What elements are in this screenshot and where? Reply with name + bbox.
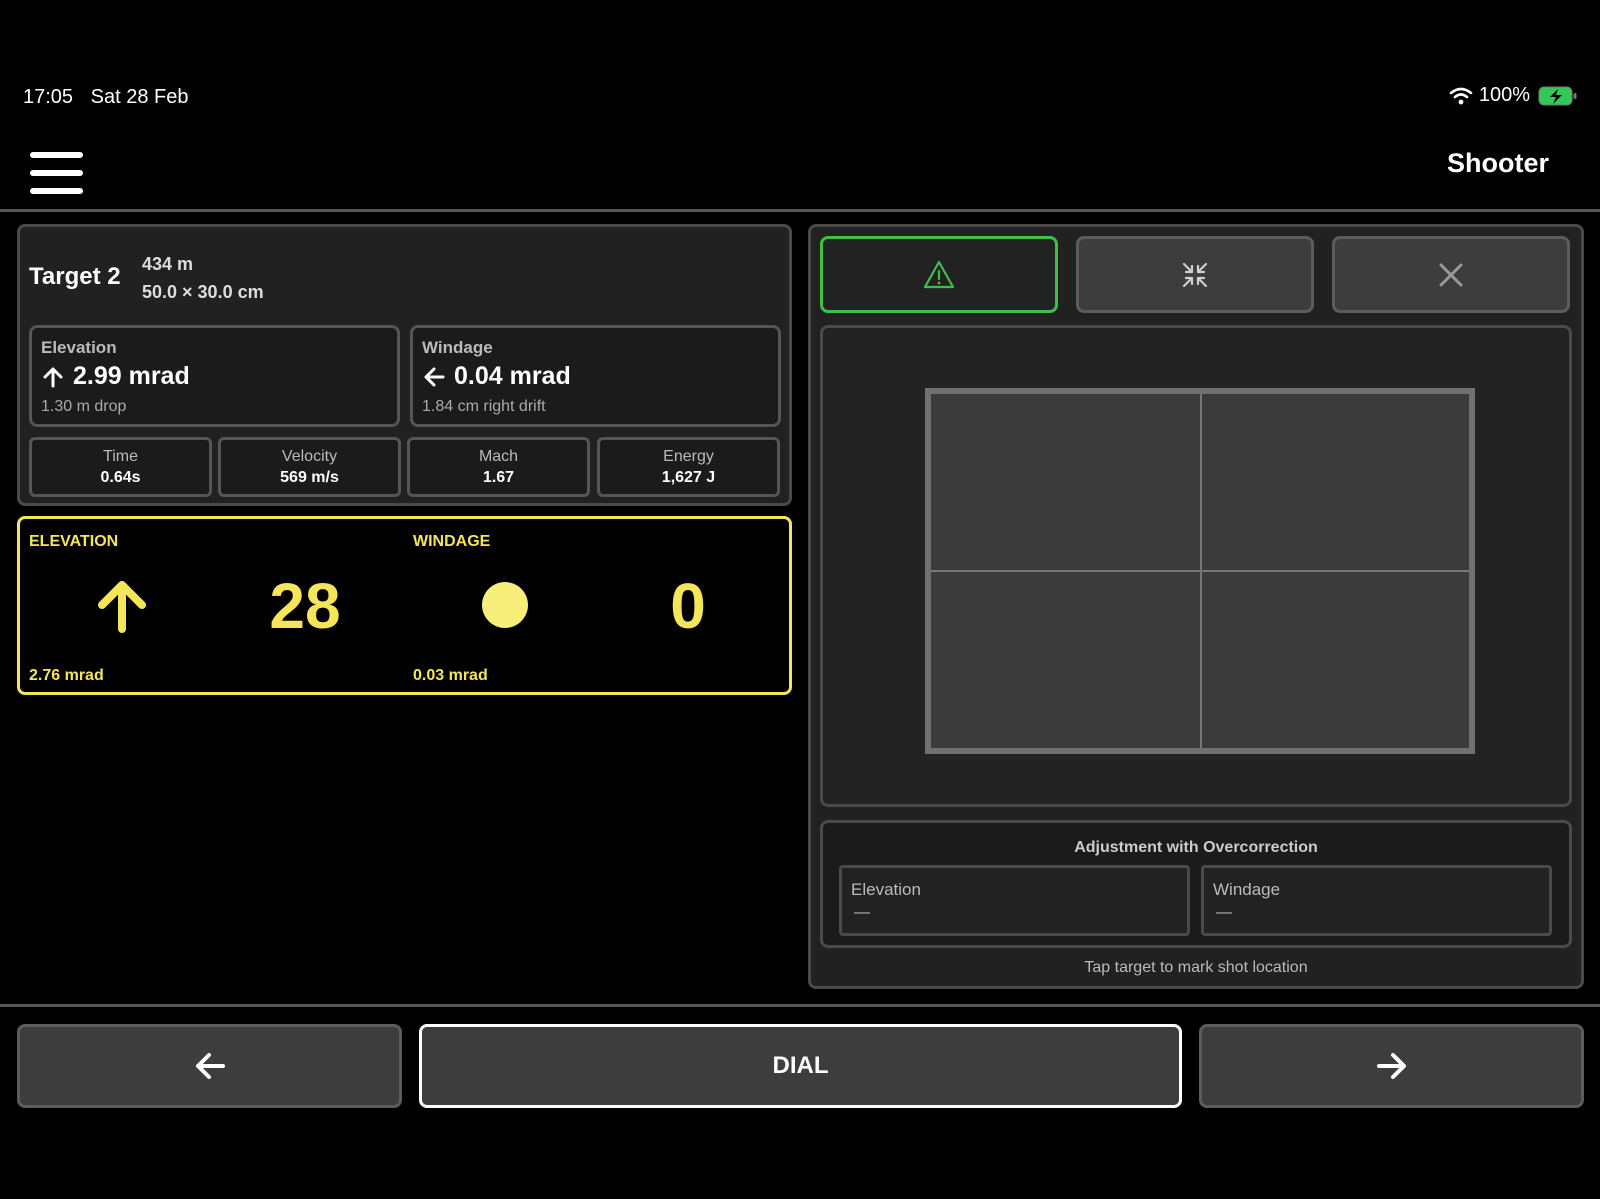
elevation-card: Elevation 2.99 mrad 1.30 m drop xyxy=(29,325,400,427)
stat-label: Mach xyxy=(478,448,519,465)
stat-value: 1.67 xyxy=(482,469,515,486)
dial-button[interactable]: DIAL xyxy=(419,1024,1182,1108)
warning-button[interactable] xyxy=(820,236,1058,313)
dial-windage-mrad: 0.03 mrad xyxy=(413,667,488,684)
overcorrection-elevation: Elevation — xyxy=(839,865,1190,936)
target-info-panel: Target 2 434 m 50.0 × 30.0 cm Elevation … xyxy=(17,224,792,506)
page-title: Shooter xyxy=(1446,148,1549,178)
target-face[interactable] xyxy=(925,388,1475,754)
shot-marking-panel: Adjustment with Overcorrection Elevation… xyxy=(808,224,1584,989)
windage-card-sub: 1.84 cm right drift xyxy=(422,398,546,415)
status-time: 17:05 xyxy=(23,86,74,108)
dial-elevation-mrad: 2.76 mrad xyxy=(29,667,104,684)
target-size: 50.0 × 30.0 cm xyxy=(142,282,264,302)
battery-charging-icon xyxy=(1538,86,1577,105)
arrow-left-icon xyxy=(195,1053,225,1079)
dial-windage-clicks: 0 xyxy=(670,570,706,642)
stat-label: Time xyxy=(103,448,138,465)
elevation-card-sub: 1.30 m drop xyxy=(41,398,127,415)
arrow-left-icon xyxy=(424,367,445,386)
stat-value: 0.64s xyxy=(100,469,141,486)
warning-icon xyxy=(923,260,955,288)
overcorrection-title: Adjustment with Overcorrection xyxy=(1074,839,1318,856)
stat-velocity: Velocity 569 m/s xyxy=(218,437,401,497)
status-datetime: 17:05 Sat 28 Feb xyxy=(23,86,200,109)
target-area xyxy=(820,325,1572,807)
overcorrection-windage-label: Windage xyxy=(1213,880,1281,899)
close-icon xyxy=(1439,263,1463,286)
stat-label: Velocity xyxy=(281,448,338,465)
elevation-card-label: Elevation xyxy=(41,338,117,357)
overcorrection-box: Adjustment with Overcorrection Elevation… xyxy=(820,820,1572,948)
overcorrection-elevation-label: Elevation xyxy=(851,880,921,899)
header-divider xyxy=(0,209,1600,212)
overcorrection-windage: Windage — xyxy=(1201,865,1552,936)
arrow-right-icon xyxy=(1376,1053,1406,1079)
stat-mach: Mach 1.67 xyxy=(407,437,590,497)
app-header: Shooter xyxy=(0,130,1600,210)
overcorrection-windage-value: — xyxy=(1216,904,1232,921)
collapse-icon xyxy=(1182,262,1208,287)
elevation-card-value-row: 2.99 mrad xyxy=(41,362,190,391)
next-button[interactable] xyxy=(1199,1024,1584,1108)
status-bar: 17:05 Sat 28 Feb 100% xyxy=(0,80,1600,116)
elevation-card-value: 2.99 mrad xyxy=(73,362,190,390)
battery-percent: 100% xyxy=(1478,84,1530,106)
previous-button[interactable] xyxy=(17,1024,402,1108)
stat-value: 569 m/s xyxy=(280,469,339,486)
target-horizontal-line xyxy=(931,570,1469,572)
close-button[interactable] xyxy=(1332,236,1570,313)
bottom-divider xyxy=(0,1004,1600,1007)
elevation-up-arrow-icon xyxy=(98,581,146,633)
arrow-up-icon xyxy=(43,367,63,387)
stat-value: 1,627 J xyxy=(661,469,716,486)
collapse-button[interactable] xyxy=(1076,236,1314,313)
menu-icon[interactable] xyxy=(30,142,84,194)
dial-elevation-clicks: 28 xyxy=(269,570,341,642)
tap-hint: Tap target to mark shot location xyxy=(1084,959,1308,976)
stat-time: Time 0.64s xyxy=(29,437,212,497)
target-name: Target 2 xyxy=(29,263,121,290)
dial-windage-label: WINDAGE xyxy=(413,533,491,550)
windage-card-label: Windage xyxy=(422,338,493,357)
status-date: Sat 28 Feb xyxy=(90,86,189,108)
dial-elevation-label: ELEVATION xyxy=(29,533,119,550)
status-indicators: 100% xyxy=(1449,84,1578,107)
target-range: 434 m xyxy=(142,254,194,274)
overcorrection-elevation-value: — xyxy=(854,904,870,921)
wifi-icon xyxy=(1449,87,1473,104)
dial-panel: ELEVATION WINDAGE 28 0 2.76 mrad 0.03 mr… xyxy=(17,516,792,695)
windage-centered-dot-icon xyxy=(482,582,528,628)
windage-card-value-row: 0.04 mrad xyxy=(422,362,571,391)
stat-energy: Energy 1,627 J xyxy=(597,437,780,497)
windage-card-value: 0.04 mrad xyxy=(454,362,571,390)
windage-card: Windage 0.04 mrad 1.84 cm right drift xyxy=(410,325,781,427)
stat-label: Energy xyxy=(663,448,714,465)
